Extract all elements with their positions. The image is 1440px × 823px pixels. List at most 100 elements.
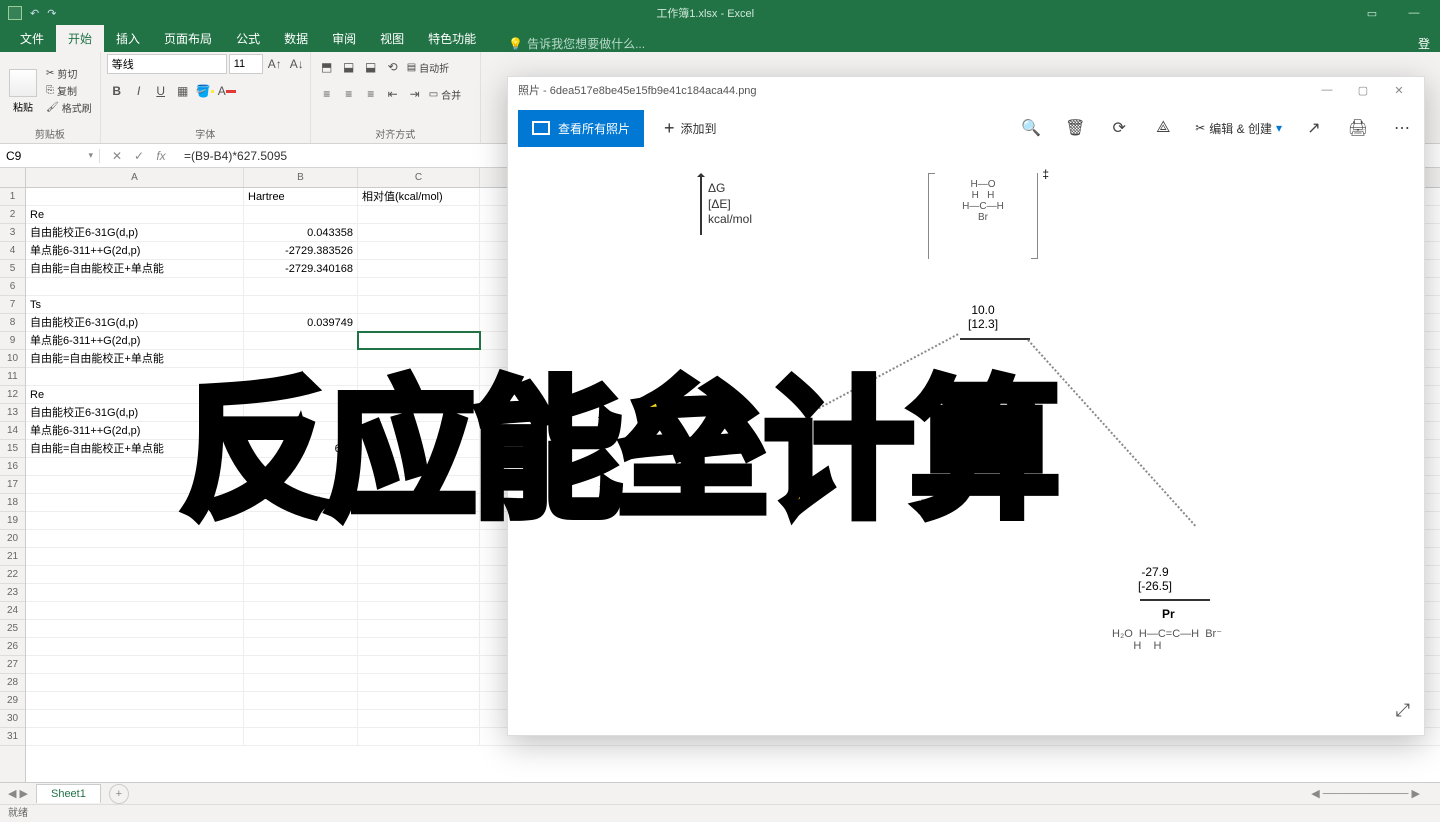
cell[interactable]: 0.043358 [244, 224, 358, 241]
cell[interactable]: 自由能=自由能校正+单点能 [26, 440, 244, 457]
cell[interactable] [358, 602, 480, 619]
cell[interactable] [358, 566, 480, 583]
cell[interactable] [244, 530, 358, 547]
cell[interactable]: Ts [26, 296, 244, 313]
ribbon-options-icon[interactable]: ▭ [1354, 3, 1390, 23]
cell[interactable] [244, 278, 358, 295]
col-header[interactable]: C [358, 168, 480, 187]
cell[interactable]: -2729.340168 [244, 260, 358, 277]
cell[interactable] [244, 656, 358, 673]
row-header[interactable]: 1 [0, 188, 25, 206]
cell[interactable] [358, 314, 480, 331]
select-all-corner[interactable] [0, 168, 25, 188]
cell[interactable] [358, 278, 480, 295]
cell[interactable] [244, 368, 358, 385]
row-header[interactable]: 19 [0, 512, 25, 530]
cell[interactable] [358, 368, 480, 385]
row-header[interactable]: 21 [0, 548, 25, 566]
cell[interactable] [244, 674, 358, 691]
close-icon[interactable]: ✕ [1384, 84, 1414, 97]
minimize-icon[interactable]: — [1396, 3, 1432, 23]
maximize-icon[interactable]: ▢ [1348, 84, 1378, 97]
crop-icon[interactable]: ⟁ [1151, 116, 1175, 140]
font-size-input[interactable] [229, 54, 263, 74]
font-name-input[interactable] [107, 54, 227, 74]
tab-file[interactable]: 文件 [8, 25, 56, 52]
cell[interactable] [358, 386, 480, 403]
align-center-icon[interactable]: ≡ [339, 84, 359, 104]
cut-button[interactable]: ✂剪切 [44, 65, 94, 82]
cell[interactable] [26, 638, 244, 655]
row-header[interactable]: 16 [0, 458, 25, 476]
cell[interactable] [26, 674, 244, 691]
cell[interactable] [358, 224, 480, 241]
tab-formula[interactable]: 公式 [224, 25, 272, 52]
cell[interactable] [244, 638, 358, 655]
align-middle-icon[interactable]: ⬓ [339, 57, 359, 77]
cell[interactable] [358, 530, 480, 547]
underline-button[interactable]: U [151, 81, 171, 101]
cell[interactable] [26, 530, 244, 547]
cell[interactable] [358, 260, 480, 277]
cell[interactable]: 单点能6-311++G(2d,p) [26, 242, 244, 259]
tab-home[interactable]: 开始 [56, 25, 104, 52]
cell[interactable] [26, 602, 244, 619]
row-header[interactable]: 31 [0, 728, 25, 746]
cell[interactable] [358, 620, 480, 637]
tab-review[interactable]: 审阅 [320, 25, 368, 52]
align-right-icon[interactable]: ≡ [361, 84, 381, 104]
row-header[interactable]: 10 [0, 350, 25, 368]
cell[interactable] [26, 188, 244, 205]
view-all-photos-button[interactable]: 查看所有照片 [518, 110, 644, 147]
cell[interactable]: -2729.383526 [244, 242, 358, 259]
minimize-icon[interactable]: — [1312, 84, 1342, 97]
decrease-font-icon[interactable]: A↓ [287, 54, 307, 74]
cell[interactable] [358, 458, 480, 475]
cell[interactable]: 自由能校正6-31G(d,p) [26, 224, 244, 241]
italic-button[interactable]: I [129, 81, 149, 101]
cell[interactable] [358, 512, 480, 529]
cell[interactable] [358, 476, 480, 493]
cell[interactable] [244, 512, 358, 529]
cell[interactable] [244, 494, 358, 511]
row-header[interactable]: 13 [0, 404, 25, 422]
scroll-track[interactable]: ◀ ─────────── ▶ [1291, 787, 1440, 800]
fill-color-button[interactable]: 🪣 [195, 81, 215, 101]
cell[interactable] [244, 728, 358, 745]
cell[interactable] [26, 458, 244, 475]
cancel-icon[interactable]: ✕ [108, 149, 126, 163]
row-header[interactable]: 22 [0, 566, 25, 584]
row-header[interactable]: 29 [0, 692, 25, 710]
cell[interactable] [26, 728, 244, 745]
cell[interactable]: 0.039749 [244, 314, 358, 331]
tab-data[interactable]: 数据 [272, 25, 320, 52]
cell[interactable]: 单点能6-311++G(2d,p) [26, 332, 244, 349]
row-header[interactable]: 25 [0, 620, 25, 638]
row-header[interactable]: 5 [0, 260, 25, 278]
cell[interactable]: 自由能校正6-31G(d,p) [26, 404, 244, 421]
row-header[interactable]: 4 [0, 242, 25, 260]
row-header[interactable]: 26 [0, 638, 25, 656]
tab-feature[interactable]: 特色功能 [416, 25, 488, 52]
row-header[interactable]: 24 [0, 602, 25, 620]
enter-icon[interactable]: ✓ [130, 149, 148, 163]
row-header[interactable]: 12 [0, 386, 25, 404]
cell[interactable] [26, 620, 244, 637]
cell[interactable]: 自由能校正6-31G(d,p) [26, 314, 244, 331]
cell[interactable] [358, 296, 480, 313]
cell[interactable] [358, 728, 480, 745]
login-button[interactable]: 登 [1418, 35, 1440, 52]
cell[interactable] [244, 566, 358, 583]
cell[interactable] [26, 692, 244, 709]
row-header[interactable]: 9 [0, 332, 25, 350]
cell[interactable] [244, 548, 358, 565]
cell[interactable]: 单点能6-311++G(2d,p) [26, 422, 244, 439]
align-left-icon[interactable]: ≡ [317, 84, 337, 104]
row-header[interactable]: 8 [0, 314, 25, 332]
cell[interactable] [26, 656, 244, 673]
more-icon[interactable]: ⋯ [1390, 116, 1414, 140]
cell[interactable]: 相对值(kcal/mol) [358, 188, 480, 205]
cell[interactable] [244, 476, 358, 493]
cell[interactable] [358, 710, 480, 727]
indent-inc-icon[interactable]: ⇥ [405, 84, 425, 104]
